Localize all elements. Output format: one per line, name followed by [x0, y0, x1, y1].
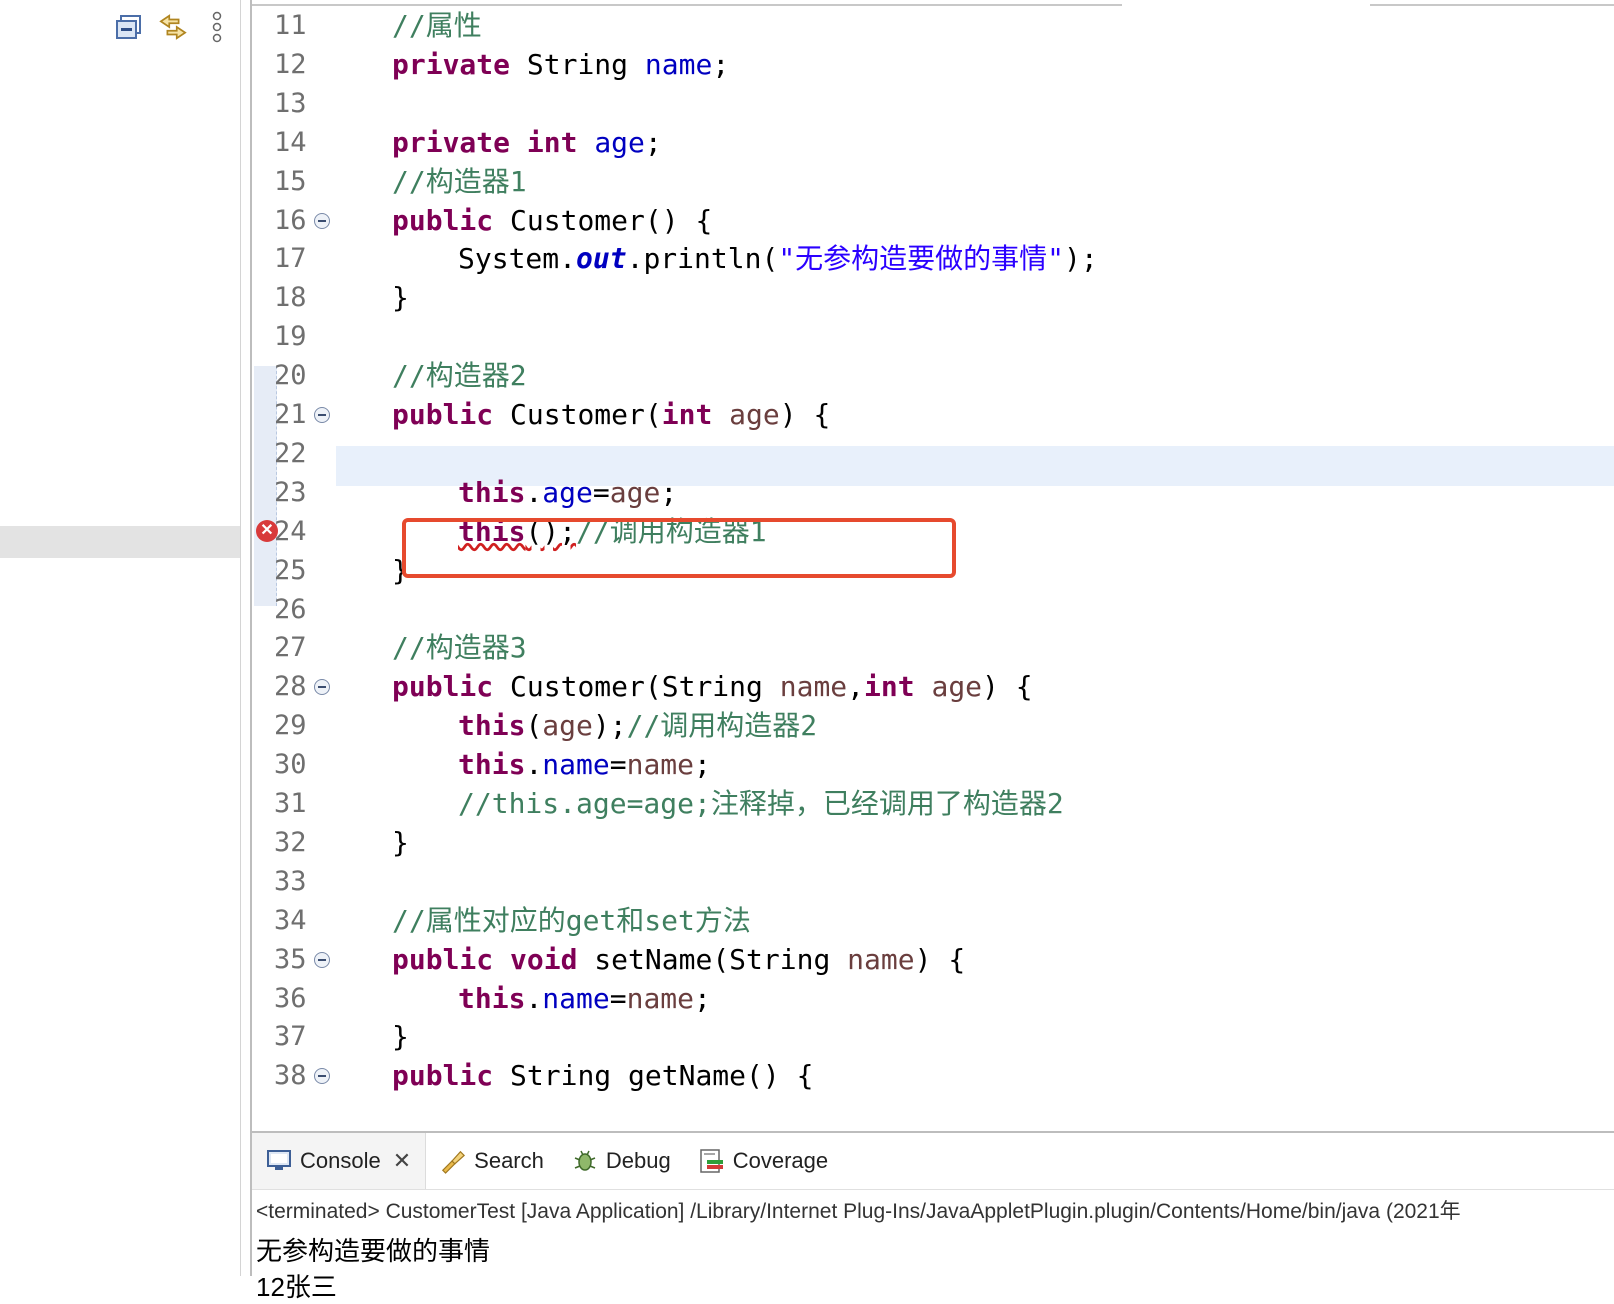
- tab-console[interactable]: Console ✕: [252, 1133, 427, 1189]
- line-number: 12: [274, 48, 307, 80]
- code-line-12: private String name;: [392, 47, 730, 81]
- code-line-21: public Customer(int age) {: [392, 398, 831, 431]
- code-line-17: System.out.println("无参构造要做的事情");: [458, 242, 1098, 276]
- collapse-all-icon[interactable]: [114, 10, 144, 44]
- code-line-32: }: [392, 825, 409, 859]
- code-line-35: public void setName(String name) {: [392, 942, 966, 976]
- annotation-highlight-box: [402, 518, 956, 578]
- console-panel: Console ✕ Search Debug Coverage <termina…: [250, 1133, 1614, 1302]
- line-number: 23: [274, 476, 307, 508]
- bug-icon: [572, 1148, 598, 1174]
- line-number: 30: [274, 749, 307, 781]
- line-number-row: 13: [252, 84, 1614, 124]
- link-with-editor-icon[interactable]: [158, 10, 188, 44]
- line-number: 17: [274, 243, 307, 275]
- code-line-14: private int age;: [392, 125, 662, 159]
- code-line-27: //构造器3: [392, 631, 527, 665]
- console-output-line: 无参构造要做的事情: [256, 1236, 491, 1266]
- line-number: 33: [274, 865, 307, 897]
- flashlight-icon: [440, 1148, 466, 1174]
- code-line-30: this.name=name;: [458, 748, 711, 782]
- console-tab-bar: Console ✕ Search Debug Coverage: [252, 1133, 1614, 1190]
- code-line-20: //构造器2: [392, 359, 527, 393]
- code-line-36: this.name=name;: [458, 981, 711, 1015]
- line-number: 29: [274, 710, 307, 742]
- line-number-row: 32: [252, 823, 1614, 863]
- line-number: 20: [274, 360, 307, 392]
- code-line-37: }: [392, 1020, 409, 1054]
- line-number: 27: [274, 632, 307, 664]
- line-number-row: 19: [252, 317, 1614, 357]
- line-number: 31: [274, 788, 307, 819]
- line-number: 18: [274, 282, 307, 314]
- line-number-row: 36: [252, 979, 1614, 1019]
- tab-coverage[interactable]: Coverage: [685, 1133, 842, 1189]
- line-number: 24: [274, 515, 307, 547]
- view-menu-icon[interactable]: [202, 10, 232, 44]
- line-number-row: 26: [252, 590, 1614, 630]
- coverage-icon: [699, 1148, 725, 1174]
- tab-search[interactable]: Search: [426, 1133, 558, 1189]
- line-number: 25: [274, 554, 307, 586]
- tab-coverage-label: Coverage: [732, 1148, 829, 1173]
- line-number: 15: [274, 165, 307, 197]
- tab-search-label: Search: [474, 1148, 544, 1173]
- close-icon[interactable]: ✕: [393, 1148, 411, 1174]
- console-output-line: 12张三: [256, 1272, 337, 1302]
- tab-debug[interactable]: Debug: [558, 1133, 685, 1189]
- line-number-row: 29: [252, 706, 1614, 746]
- line-number-row: 37: [252, 1017, 1614, 1057]
- line-number: 36: [274, 982, 307, 1014]
- line-number-row: 22: [252, 434, 1614, 474]
- line-number: 32: [274, 826, 307, 858]
- code-line-18: }: [392, 281, 409, 315]
- line-number: 14: [274, 126, 307, 158]
- code-line-34: //属性对应的get和set方法: [392, 903, 751, 937]
- line-number-row: 33: [252, 862, 1614, 902]
- fold-collapse-icon[interactable]: [314, 951, 330, 968]
- line-number: 26: [274, 593, 307, 625]
- tab-console-label: Console: [300, 1148, 381, 1173]
- code-line-29: this(age);//调用构造器2: [458, 709, 818, 743]
- left-toolbar: [114, 10, 232, 44]
- line-number: 11: [274, 10, 307, 41]
- code-line-28: public Customer(String name,int age) {: [392, 670, 1033, 704]
- console-icon: [266, 1148, 292, 1174]
- line-number: 19: [274, 321, 307, 353]
- line-number: 37: [274, 1021, 307, 1053]
- left-pane: [0, 0, 241, 1276]
- code-line-31: //this.age=age;注释掉，已经调用了构造器2: [458, 787, 1064, 820]
- line-number: 13: [274, 87, 307, 119]
- code-line-11: //属性: [392, 9, 482, 42]
- code-line-23: this.age=age;: [458, 475, 678, 509]
- fold-collapse-icon[interactable]: [314, 212, 330, 229]
- code-line-15: //构造器1: [392, 164, 527, 198]
- error-marker-icon[interactable]: ✕: [256, 519, 278, 542]
- fold-collapse-icon[interactable]: [314, 407, 330, 423]
- line-number-row: 18: [252, 278, 1614, 318]
- line-number-row: 30: [252, 745, 1614, 785]
- tab-debug-label: Debug: [605, 1148, 671, 1173]
- line-number-row: 23: [252, 473, 1614, 513]
- code-line-38: public String getName() {: [392, 1059, 814, 1093]
- selected-tree-row[interactable]: [0, 526, 240, 558]
- line-number: 34: [274, 904, 307, 936]
- console-status: <terminated> CustomerTest [Java Applicat…: [256, 1200, 1461, 1223]
- line-number: 22: [274, 437, 307, 469]
- code-line-16: public Customer() {: [392, 203, 713, 237]
